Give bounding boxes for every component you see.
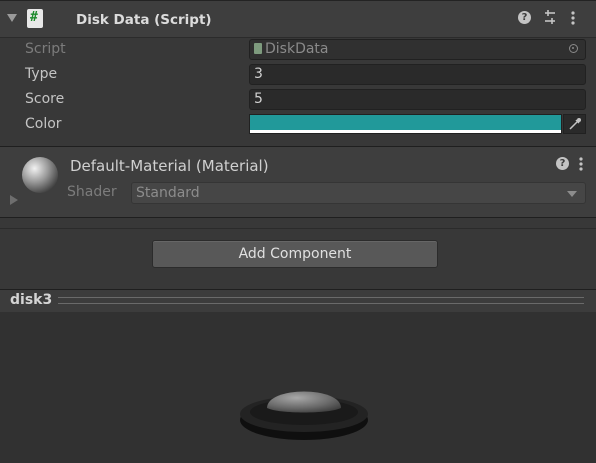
color-label: Color (25, 116, 62, 132)
score-label: Score (25, 91, 65, 107)
preview-title: disk3 (10, 292, 53, 308)
add-component-button[interactable]: Add Component (152, 240, 438, 268)
eyedropper-icon (569, 118, 581, 130)
preview-header[interactable]: disk3 (0, 289, 596, 313)
component-title: Disk Data (Script) (76, 12, 212, 28)
material-foldout-arrow-icon[interactable] (10, 195, 18, 205)
score-input[interactable]: 5 (249, 89, 586, 110)
type-input[interactable]: 3 (249, 64, 586, 85)
script-object-field[interactable]: DiskData (249, 39, 586, 60)
object-picker-icon[interactable] (569, 44, 578, 53)
eyedropper-button[interactable] (563, 114, 586, 134)
script-label: Script (25, 41, 66, 57)
material-sphere-icon (22, 157, 58, 193)
material-help-icon[interactable]: ? (556, 157, 569, 170)
material-kebab-menu-icon[interactable] (578, 156, 584, 176)
script-asset-icon (254, 43, 262, 54)
preview-drag-handle[interactable] (58, 297, 584, 304)
help-icon[interactable]: ? (518, 11, 531, 24)
script-value: DiskData (265, 41, 329, 57)
presets-icon[interactable] (543, 9, 557, 29)
color-swatch[interactable] (249, 114, 562, 134)
type-label: Type (25, 66, 58, 82)
component-header[interactable]: # Disk Data (Script) ? (0, 0, 596, 38)
foldout-arrow-icon[interactable] (7, 14, 17, 22)
shader-label: Shader (67, 184, 117, 200)
dropdown-arrow-icon (567, 191, 577, 197)
kebab-menu-icon[interactable] (570, 10, 576, 30)
script-file-icon: # (27, 9, 43, 28)
shader-dropdown[interactable]: Standard (131, 182, 586, 204)
shader-value: Standard (136, 185, 200, 201)
material-title: Default-Material (Material) (70, 157, 269, 175)
object-preview[interactable] (0, 312, 596, 463)
disk-preview-model (240, 391, 368, 440)
color-alpha-bar (250, 130, 561, 133)
